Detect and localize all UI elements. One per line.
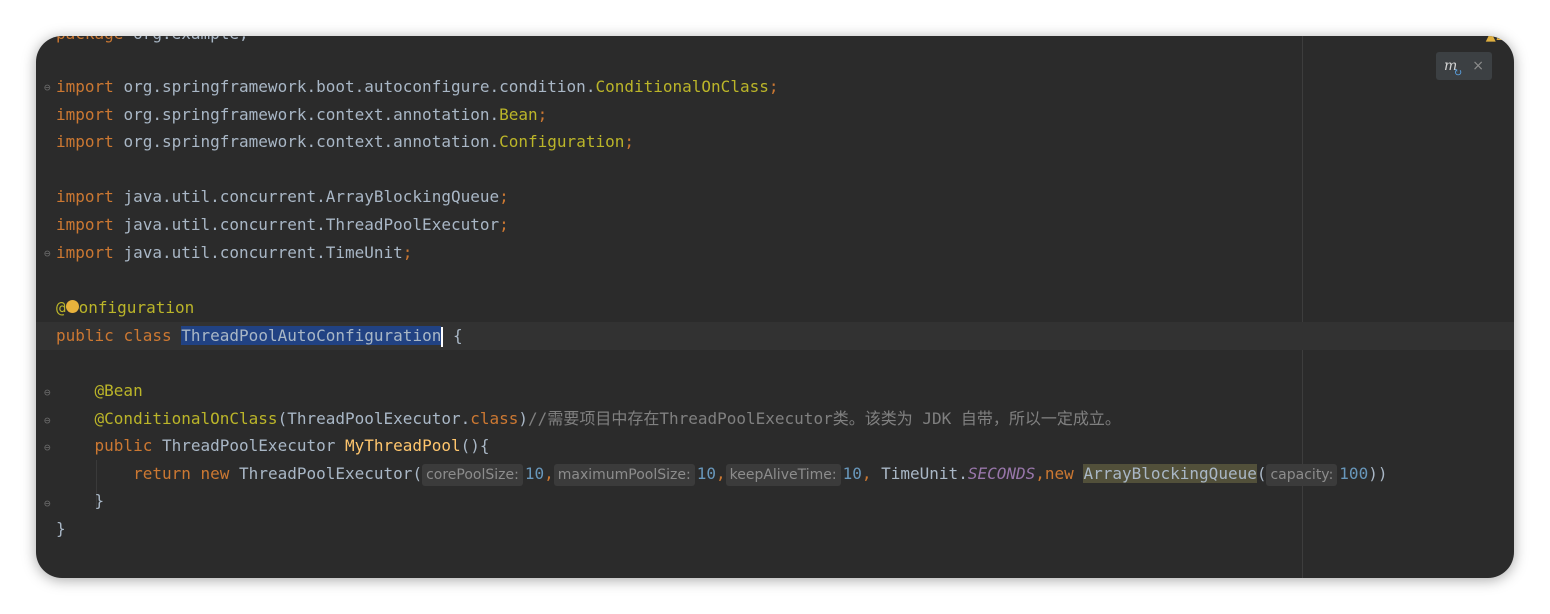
keyword: public <box>56 326 114 345</box>
paren: )) <box>1368 464 1388 483</box>
right-margin-guide <box>1302 36 1303 578</box>
keyword: new <box>1044 464 1074 483</box>
code-line-import[interactable]: import org.springframework.boot.autoconf… <box>56 73 778 100</box>
keyword: public <box>94 436 153 455</box>
number-literal: 10 <box>842 464 862 483</box>
class-name: ConditionalOnClass <box>595 77 769 96</box>
class-name: Bean <box>499 105 538 124</box>
warning-counter[interactable]: ▲2 <box>1486 36 1504 44</box>
plugin-toolbar-widget: m ↻ × <box>1436 52 1492 80</box>
code-line-import[interactable]: import org.springframework.context.annot… <box>56 101 547 128</box>
code-editor[interactable]: ▲2 package org.example; m↻ × ⊖ ⊖ ⊖ ⊖ ⊖ ⊖… <box>36 36 1514 578</box>
code-line-annotation[interactable]: @ConditionalOnClass(ThreadPoolExecutor.c… <box>56 405 1121 432</box>
return-type: ThreadPoolExecutor <box>161 436 336 455</box>
semicolon: ; <box>624 132 634 151</box>
parameter-hint: maximumPoolSize: <box>553 464 695 486</box>
number-literal: 10 <box>524 464 545 483</box>
semicolon: ; <box>499 187 509 206</box>
brace: { <box>443 326 463 345</box>
code-line-import[interactable]: import org.springframework.context.annot… <box>56 128 634 155</box>
fold-marker-icon[interactable]: ⊖ <box>44 442 54 453</box>
paren: ( <box>1256 464 1267 483</box>
code-line-import[interactable]: import java.util.concurrent.ThreadPoolEx… <box>56 211 509 238</box>
enum-ref: TimeUnit. <box>881 464 968 483</box>
fold-marker-icon[interactable]: ⊖ <box>44 498 54 509</box>
annotation-name: onfiguration <box>78 298 195 317</box>
semicolon: ; <box>537 105 548 124</box>
keyword: import <box>56 77 114 96</box>
class-name: Configuration <box>499 132 625 151</box>
code-line-annotation[interactable]: @ onfiguration <box>56 294 194 321</box>
paren: ) <box>518 409 529 428</box>
highlighted-type-name[interactable]: ArrayBlockingQueue <box>1083 464 1257 483</box>
parameter-hint: capacity: <box>1266 464 1338 486</box>
semicolon: ; <box>768 77 779 96</box>
code-line-package[interactable]: package org.example; <box>56 36 249 47</box>
keyword: import <box>56 243 114 262</box>
fold-marker-icon[interactable]: ⊖ <box>44 415 54 426</box>
code-comment: //需要项目中存在ThreadPoolExecutor类。该类为 JDK 自带，… <box>528 409 1121 428</box>
keyword: import <box>56 105 114 124</box>
keyword: new <box>200 464 230 483</box>
maven-reload-icon[interactable]: m ↻ <box>1444 58 1462 79</box>
brace: } <box>94 491 105 510</box>
package-path: java.util.concurrent.ThreadPoolExecutor <box>123 215 500 234</box>
code-line-import[interactable]: import java.util.concurrent.TimeUnit; <box>56 239 412 266</box>
code-line-annotation[interactable]: @Bean <box>56 377 143 404</box>
package-path: org.springframework.context.annotation. <box>123 105 500 124</box>
parameter-hint: corePoolSize: <box>422 464 523 486</box>
semicolon: ; <box>402 243 413 262</box>
warning-count: 2 <box>1495 36 1504 44</box>
package-path: org.springframework.context.annotation. <box>123 132 500 151</box>
parens: (){ <box>460 436 490 455</box>
close-icon[interactable]: × <box>1472 58 1484 74</box>
paren: ( <box>412 464 423 483</box>
paren: ( <box>277 409 288 428</box>
annotation-at: @ <box>56 298 66 317</box>
type-name: ThreadPoolExecutor <box>239 464 413 483</box>
selected-class-name[interactable]: ThreadPoolAutoConfiguration <box>181 326 442 345</box>
code-line-method-declaration[interactable]: public ThreadPoolExecutor MyThreadPool()… <box>56 432 490 459</box>
fold-marker-icon[interactable]: ⊖ <box>44 82 54 93</box>
fold-marker-icon[interactable]: ⊖ <box>44 248 54 259</box>
fold-marker-icon[interactable]: ⊖ <box>44 387 54 398</box>
code-line-class-declaration[interactable]: public class ThreadPoolAutoConfiguration… <box>56 322 463 349</box>
keyword: import <box>56 187 114 206</box>
code-line-method-close[interactable]: } <box>56 487 105 514</box>
code-line-class-close[interactable]: } <box>56 515 66 542</box>
enum-constant: SECONDS <box>967 464 1036 483</box>
annotation-name: @ConditionalOnClass <box>94 409 278 428</box>
package-path: java.util.concurrent.TimeUnit <box>123 243 403 262</box>
keyword: class <box>123 326 172 345</box>
class-ref: ThreadPoolExecutor. <box>287 409 471 428</box>
keyword: return <box>133 464 191 483</box>
code-line-return[interactable]: return new ThreadPoolExecutor(corePoolSi… <box>56 460 1387 487</box>
number-literal: 100 <box>1339 464 1369 483</box>
keyword: import <box>56 132 114 151</box>
semicolon: ; <box>499 215 509 234</box>
lightbulb-icon[interactable] <box>65 300 79 313</box>
brace: } <box>56 519 66 538</box>
package-path: org.springframework.boot.autoconfigure.c… <box>123 77 596 96</box>
code-line-import[interactable]: import java.util.concurrent.ArrayBlockin… <box>56 183 509 210</box>
number-literal: 10 <box>696 464 716 483</box>
keyword: class <box>470 409 519 428</box>
parameter-hint: keepAliveTime: <box>725 464 841 486</box>
annotation-name: @Bean <box>94 381 143 400</box>
method-name: MyThreadPool <box>345 436 461 455</box>
package-path: java.util.concurrent.ArrayBlockingQueue <box>123 187 500 206</box>
keyword: import <box>56 215 114 234</box>
